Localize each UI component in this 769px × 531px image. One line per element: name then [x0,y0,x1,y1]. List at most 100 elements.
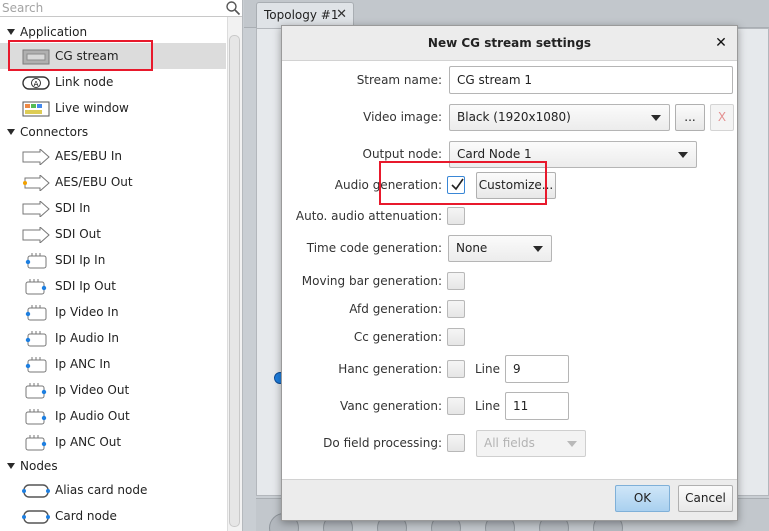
moving-bar-generation-label: Moving bar generation: [301,274,442,288]
tree-item-label: Ip ANC In [55,357,111,371]
tree-item-card-node[interactable]: Card node [0,503,226,529]
time-code-generation-label: Time code generation: [306,241,442,255]
close-tab-icon[interactable]: ✕ [336,3,347,27]
tree-item-alias-card-node[interactable]: Alias card node [0,477,226,503]
chevron-down-icon [567,441,577,447]
tree-item-ip-video-in[interactable]: Ip Video In [0,299,226,325]
tree-item-ip-audio-in[interactable]: Ip Audio In [0,325,226,351]
tree-item-label: Ip ANC Out [55,435,122,449]
output-node-label: Output node: [362,147,443,161]
network-in-icon [22,304,50,321]
card-node-icon [22,508,50,524]
network-in-icon [22,356,50,373]
afd-generation-checkbox[interactable] [447,300,465,318]
tree-item-label: Ip Video Out [55,383,130,397]
tree-item-label: SDI Ip In [55,253,106,267]
library-tree: Application CG stream A Link node Live w… [0,21,226,529]
do-field-processing-label: Do field processing: [323,436,442,450]
audio-generation-checkbox[interactable] [447,176,465,194]
vanc-line-input[interactable]: 11 [505,392,569,420]
tree-item-label: Card node [55,509,117,523]
hanc-generation-label: Hanc generation: [338,362,442,376]
tree-item-live-window[interactable]: Live window [0,95,226,121]
network-out-icon [22,408,50,425]
magnifier-icon[interactable] [225,0,241,16]
video-image-select[interactable]: Black (1920x1080) [449,104,670,131]
tree-item-sdi-out[interactable]: SDI Out [0,221,226,247]
tree-item-label: Ip Video In [55,305,119,319]
tree-item-cg-stream[interactable]: CG stream [0,43,226,69]
tree-item-label: SDI Out [55,227,101,241]
tree-group-connectors[interactable]: Connectors [0,121,226,143]
vanc-generation-label: Vanc generation: [340,399,442,413]
search-input[interactable] [2,0,222,16]
cg-stream-icon [22,48,50,65]
browse-video-button[interactable]: ... [675,104,705,131]
expand-triangle-icon[interactable] [7,129,15,135]
stream-name-label: Stream name: [356,73,442,87]
arrow-out-icon [22,173,50,193]
cc-generation-label: Cc generation: [353,330,442,344]
tree-item-label: SDI In [55,201,91,215]
tree-item-sdi-ip-out[interactable]: SDI Ip Out [0,273,226,299]
tree-item-sdi-ip-in[interactable]: SDI Ip In [0,247,226,273]
tab-label: Topology #1 [264,8,339,22]
tree-item-label: Live window [55,101,129,115]
network-out-icon [22,382,50,399]
do-field-processing-checkbox[interactable] [447,434,465,452]
tree-item-ip-audio-out[interactable]: Ip Audio Out [0,403,226,429]
tree-group-label: Connectors [20,125,89,139]
link-node-icon: A [22,74,50,90]
close-dialog-icon[interactable]: ✕ [713,35,729,51]
time-code-generation-value: None [456,241,488,255]
clear-video-button[interactable]: X [710,104,734,131]
hanc-generation-checkbox[interactable] [447,360,465,378]
auto-audio-attenuation-checkbox[interactable] [447,207,465,225]
tree-group-application[interactable]: Application [0,21,226,43]
tree-item-label: Ip Audio In [55,331,120,345]
output-node-select[interactable]: Card Node 1 [449,141,697,168]
tree-item-ip-anc-out[interactable]: Ip ANC Out [0,429,226,455]
tree-scroll-thumb[interactable] [229,35,240,527]
auto-audio-attenuation-label: Auto. audio attenuation: [295,209,442,223]
tree-item-label: Ip Audio Out [55,409,130,423]
vanc-generation-checkbox[interactable] [447,397,465,415]
network-out-icon [22,278,50,295]
chevron-down-icon [533,246,543,252]
tree-item-label: SDI Ip Out [55,279,116,293]
tree-item-aes-ebu-out[interactable]: AES/EBU Out [0,169,226,195]
moving-bar-generation-checkbox[interactable] [447,272,465,290]
arrow-in-icon [22,199,50,219]
tree-item-label: Link node [55,75,114,89]
tree-item-aes-ebu-in[interactable]: AES/EBU In [0,143,226,169]
tree-item-label: CG stream [55,49,119,63]
tree-item-sdi-in[interactable]: SDI In [0,195,226,221]
hanc-line-input[interactable]: 9 [505,355,569,383]
chevron-down-icon [678,152,688,158]
network-out-icon [22,434,50,451]
cancel-button[interactable]: Cancel [678,485,733,512]
tree-item-label: AES/EBU Out [55,175,133,189]
tree-item-ip-video-out[interactable]: Ip Video Out [0,377,226,403]
hanc-line-label: Line [475,362,501,376]
expand-triangle-icon[interactable] [7,29,15,35]
customize-audio-button[interactable]: Customize... [476,172,556,199]
field-processing-select[interactable]: All fields [476,430,586,457]
tree-item-link-node[interactable]: A Link node [0,69,226,95]
network-in-icon [22,330,50,347]
stream-name-input[interactable]: CG stream 1 [449,66,733,94]
output-node-value: Card Node 1 [457,147,532,161]
tree-group-nodes[interactable]: Nodes [0,455,226,477]
tree-item-label: AES/EBU In [55,149,123,163]
cc-generation-checkbox[interactable] [447,328,465,346]
search-bar [0,0,242,17]
ok-button[interactable]: OK [615,485,670,512]
tree-item-ip-anc-in[interactable]: Ip ANC In [0,351,226,377]
video-image-label: Video image: [363,110,442,124]
expand-triangle-icon[interactable] [7,463,15,469]
checkmark-icon [451,178,464,191]
vanc-line-label: Line [475,399,501,413]
tree-item-label: Alias card node [55,483,148,497]
afd-generation-label: Afd generation: [349,302,442,316]
time-code-generation-select[interactable]: None [448,235,552,262]
